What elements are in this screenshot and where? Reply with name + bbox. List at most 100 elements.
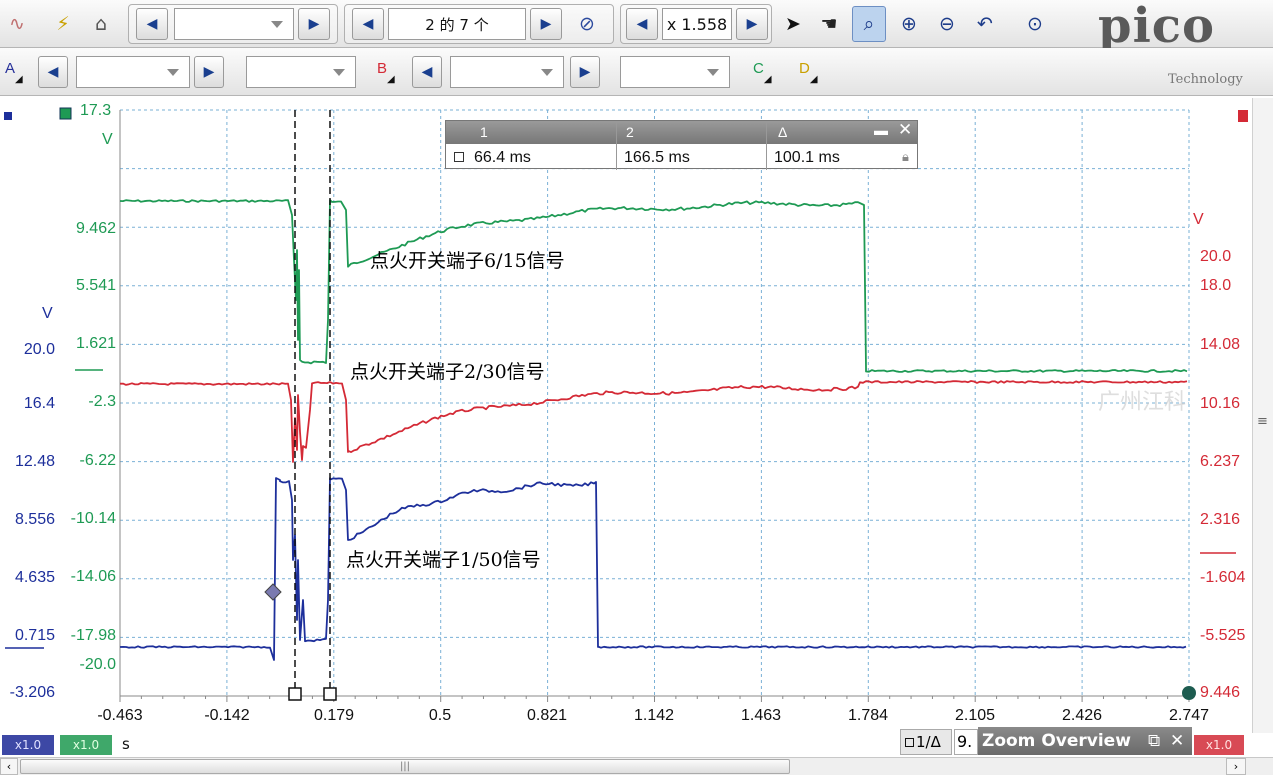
- scope-plot[interactable]: [0, 98, 1273, 758]
- buffer-next-button[interactable]: ▶: [298, 8, 330, 40]
- channel-b-range-select[interactable]: [450, 56, 564, 88]
- buffer-prev-button[interactable]: ◀: [136, 8, 168, 40]
- time-ruler-handle-1: [288, 687, 302, 701]
- green-axis-tick: -14.06: [70, 568, 116, 585]
- blue-axis-tick: 4.635: [14, 569, 55, 586]
- channel-b-button[interactable]: B ◢: [374, 56, 398, 88]
- pointer-icon[interactable]: ➤: [778, 8, 808, 40]
- buffer-select[interactable]: [174, 8, 294, 40]
- ruler-col-2: 2: [626, 124, 634, 140]
- blue-axis-tick: 0.715: [14, 627, 55, 644]
- ratio-button[interactable]: 1/Δ: [900, 729, 952, 755]
- channel-a-range-select[interactable]: [76, 56, 190, 88]
- time-axis-tick: 2.105: [954, 707, 996, 724]
- chevron-down-icon: [167, 69, 179, 76]
- blue-axis-unit: V: [42, 305, 53, 322]
- channel-a-square-icon: [4, 112, 12, 120]
- compass-icon[interactable]: ⊘: [572, 8, 602, 40]
- pico-logo: pico: [1098, 0, 1216, 54]
- red-axis-tick: 10.16: [1200, 395, 1241, 412]
- pico-logo-subtitle: Technology: [1168, 72, 1243, 87]
- waveform-icon[interactable]: ∿: [2, 8, 32, 40]
- red-axis-unit: V: [1193, 211, 1204, 228]
- green-axis-tick: -20.0: [79, 656, 116, 673]
- blue-axis-tick: 20.0: [23, 341, 55, 358]
- red-axis-tick: 6.237: [1200, 453, 1241, 470]
- page-counter: 2 的 7 个: [388, 8, 526, 40]
- green-axis-tick: -10.14: [70, 510, 116, 527]
- channel-b-scale-badge[interactable]: x1.0: [1194, 735, 1244, 755]
- ruler-col-1: 1: [480, 124, 488, 140]
- red-axis-tick: 20.0: [1200, 248, 1232, 265]
- green-axis-tick: -6.22: [79, 452, 116, 469]
- zoom-tool-icon[interactable]: ⌕: [852, 6, 886, 42]
- restore-icon[interactable]: ⧉: [1148, 727, 1160, 755]
- time-axis-tick: -0.142: [204, 707, 250, 724]
- channel-c-scale-badge[interactable]: x1.0: [60, 735, 112, 755]
- page-prev-button[interactable]: ◀: [352, 8, 384, 40]
- zoom-out-icon[interactable]: ⊖: [932, 8, 962, 40]
- undo-zoom-icon[interactable]: ↶: [970, 8, 1000, 40]
- red-axis-tick: -1.604: [1200, 569, 1246, 586]
- minimize-icon[interactable]: ▬: [874, 122, 888, 138]
- time-axis-tick: 0.5: [428, 707, 452, 724]
- channel-a-button[interactable]: A ◢: [2, 56, 26, 88]
- ruler-legend[interactable]: 1 2 Δ ▬ ✕ 66.4 ms 166.5 ms 100.1 ms 🔒︎: [445, 120, 918, 170]
- hand-icon[interactable]: ☚: [814, 8, 844, 40]
- channel-b-square-icon: [1238, 110, 1248, 122]
- channel-a-scale-badge[interactable]: x1.0: [2, 735, 54, 755]
- horizontal-scrollbar[interactable]: ‹ ||| ›: [0, 757, 1273, 775]
- ratio-text: 1/Δ: [916, 733, 941, 751]
- chevron-down-icon: [333, 69, 345, 76]
- page-next-button[interactable]: ▶: [530, 8, 562, 40]
- channel-a-coupling-select[interactable]: [246, 56, 356, 88]
- green-axis-tick: 5.541: [75, 277, 116, 294]
- zoom-next-button[interactable]: ▶: [736, 8, 768, 40]
- zoom-prev-button[interactable]: ◀: [626, 8, 658, 40]
- ruler-value-delta: 100.1 ms: [774, 149, 840, 166]
- home-icon[interactable]: ⌂: [86, 8, 116, 40]
- green-trace-label: 点火开关端子6/15信号: [370, 250, 565, 272]
- lightning-icon[interactable]: ⚡: [48, 8, 78, 40]
- scroll-right-button[interactable]: ›: [1226, 758, 1246, 775]
- blue-trace-label: 点火开关端子1/50信号: [346, 549, 541, 571]
- channel-d-button[interactable]: D ◢: [796, 56, 821, 88]
- time-ruler-handle-2: [323, 687, 337, 701]
- red-trace-label: 点火开关端子2/30信号: [350, 361, 545, 383]
- lock-icon[interactable]: 🔒︎: [902, 149, 909, 165]
- picoscope-window: ∿ ⚡ ⌂ ◀ ▶ ◀ 2 的 7 个 ▶ ⊘ ◀ x 1.558 ▶ ➤ ☚ …: [0, 0, 1273, 775]
- channel-b-next-button[interactable]: ▶: [570, 56, 600, 88]
- vertical-scroll-strip[interactable]: ≡: [1252, 98, 1273, 733]
- blue-axis-tick: -3.206: [9, 684, 55, 701]
- grip-icon[interactable]: ≡: [1257, 414, 1268, 429]
- zoom-overview-panel[interactable]: Zoom Overview ⧉ ✕: [978, 727, 1192, 755]
- time-axis-tick: 2.747: [1168, 707, 1210, 724]
- green-axis-tick: -17.98: [70, 627, 116, 644]
- red-axis-tick: 9.446: [1200, 684, 1241, 701]
- scroll-left-button[interactable]: ‹: [0, 758, 18, 775]
- red-axis-tick: 14.08: [1200, 336, 1241, 353]
- close-icon[interactable]: ✕: [1170, 727, 1184, 755]
- time-axis-tick: 0.179: [313, 707, 355, 724]
- close-icon[interactable]: ✕: [898, 120, 912, 140]
- channel-a-next-button[interactable]: ▶: [194, 56, 224, 88]
- channel-d-label: D: [799, 60, 810, 77]
- channel-c-label: C: [753, 60, 764, 77]
- channel-a-label: A: [5, 60, 16, 77]
- scroll-thumb[interactable]: |||: [20, 759, 790, 774]
- zoom-in-icon[interactable]: ⊕: [894, 8, 924, 40]
- zoom-100-icon[interactable]: ⊙: [1020, 8, 1050, 40]
- time-axis-tick: -0.463: [97, 707, 143, 724]
- channel-a-prev-button[interactable]: ◀: [38, 56, 68, 88]
- green-axis-top-label: 17.3: [80, 102, 112, 119]
- red-axis-tick: 2.316: [1200, 511, 1241, 528]
- time-axis-tick: 1.784: [847, 707, 889, 724]
- ruler-value-2: 166.5 ms: [624, 149, 690, 166]
- blue-axis-tick: 8.556: [14, 511, 55, 528]
- frequency-value: 9.: [954, 729, 978, 755]
- ruler-col-3: Δ: [778, 124, 788, 140]
- channel-b-prev-button[interactable]: ◀: [412, 56, 442, 88]
- channel-b-coupling-select[interactable]: [620, 56, 730, 88]
- green-axis-tick: -2.3: [88, 393, 116, 410]
- channel-c-button[interactable]: C ◢: [750, 56, 775, 88]
